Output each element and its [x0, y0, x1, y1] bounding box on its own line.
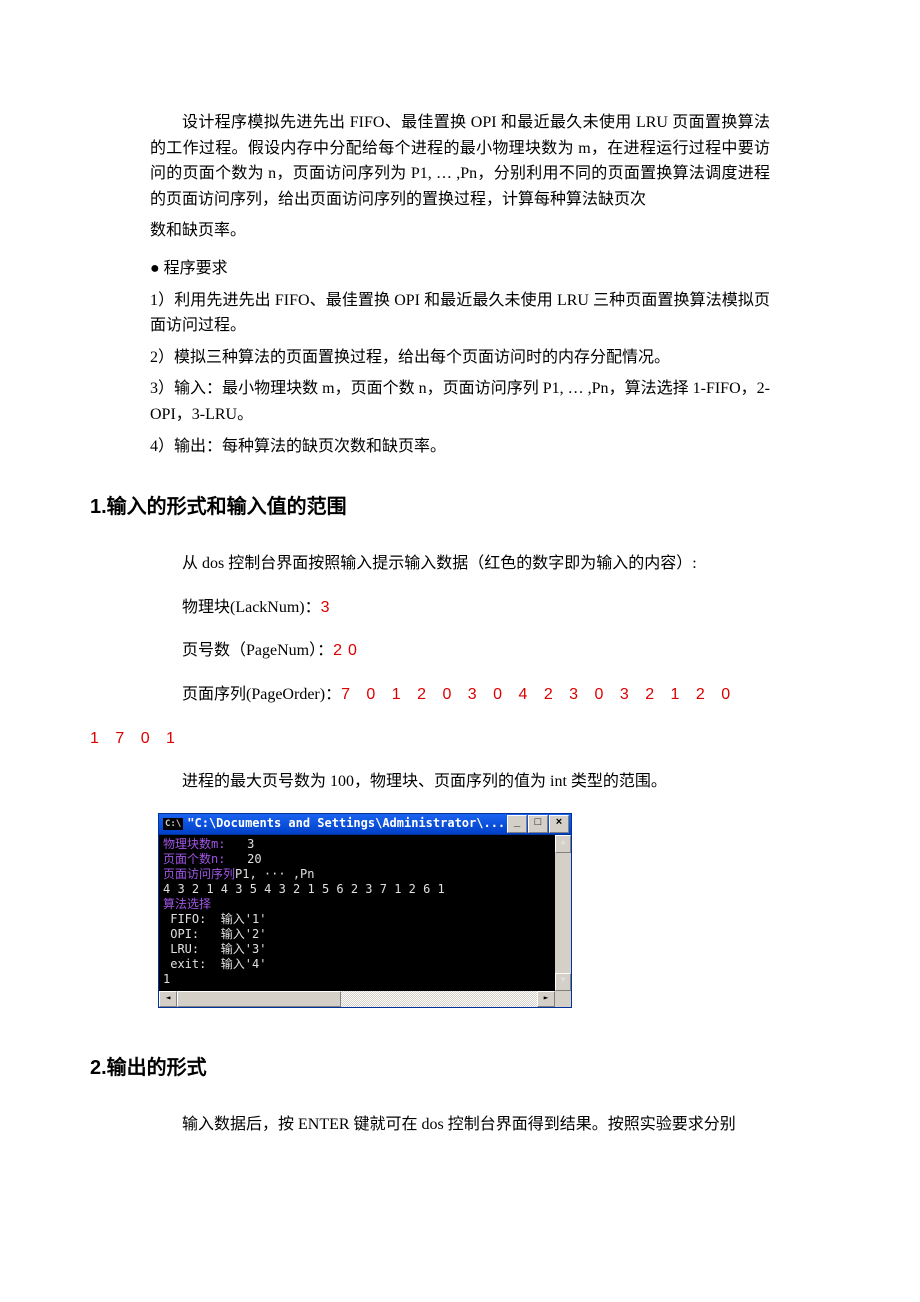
input-pageorder-value-2: 1 7 0 1	[90, 730, 181, 747]
close-button[interactable]: ×	[549, 815, 569, 833]
window-buttons: _ □ ×	[507, 815, 569, 833]
intro-paragraph-1: 设计程序模拟先进先出 FIFO、最佳置换 OPI 和最近最久未使用 LRU 页面…	[150, 110, 770, 212]
input-pagenum: 页号数（PageNum）：20	[150, 638, 770, 664]
scroll-thumb[interactable]	[177, 991, 341, 1007]
console-line-fifo: FIFO: 输入'1'	[163, 912, 567, 927]
input-pageorder-value-1: 7 0 1 2 0 3 0 4 2 3 0 3 2 1 2 0	[341, 686, 736, 703]
max-page-note-c: ，物理块、页面序列的值为 int 类型的范围。	[354, 773, 667, 790]
section-2-paragraph: 输入数据后，按 ENTER 键就可在 dos 控制台界面得到结果。按照实验要求分…	[150, 1112, 770, 1138]
console-window: C:\ "C:\Documents and Settings\Administr…	[158, 813, 572, 1008]
section-1-heading: 1.输入的形式和输入值的范围	[90, 491, 770, 523]
scroll-corner	[555, 991, 571, 1007]
console-titlebar: C:\ "C:\Documents and Settings\Administr…	[158, 813, 572, 835]
console-value-n: 20	[225, 852, 261, 866]
input-pagenum-value: 20	[333, 642, 363, 659]
minimize-button[interactable]: _	[507, 815, 527, 833]
console-line-exit: exit: 输入'4'	[163, 957, 567, 972]
vertical-scrollbar[interactable]: ▲ ▼	[555, 835, 571, 991]
console-line-opi: OPI: 输入'2'	[163, 927, 567, 942]
max-page-note: 进程的最大页号数为 100，物理块、页面序列的值为 int 类型的范围。	[150, 769, 770, 795]
maximize-button[interactable]: □	[528, 815, 548, 833]
intro-paragraph-1b: 数和缺页率。	[150, 218, 770, 244]
scroll-left-button[interactable]: ◄	[159, 991, 177, 1007]
scroll-up-button[interactable]: ▲	[555, 835, 571, 853]
console-value-seq: P1, ··· ,Pn	[235, 867, 314, 881]
scroll-right-button[interactable]: ►	[537, 991, 555, 1007]
console-line-choice: 1	[163, 972, 567, 987]
console-line-seq: 页面访问序列P1, ··· ,Pn	[163, 867, 567, 882]
requirements-bullet: ● 程序要求	[150, 256, 770, 282]
console-title-text: "C:\Documents and Settings\Administrator…	[187, 814, 507, 833]
requirements-block: ● 程序要求 1）利用先进先出 FIFO、最佳置换 OPI 和最近最久未使用 L…	[150, 256, 770, 459]
document-page: 设计程序模拟先进先出 FIFO、最佳置换 OPI 和最近最久未使用 LRU 页面…	[0, 0, 920, 1203]
console-line-data: 4 3 2 1 4 3 5 4 3 2 1 5 6 2 3 7 1 2 6 1	[163, 882, 567, 897]
requirement-3: 3）输入：最小物理块数 m，页面个数 n，页面访问序列 P1, … ,Pn，算法…	[150, 376, 770, 427]
requirement-4: 4）输出：每种算法的缺页次数和缺页率。	[150, 434, 770, 460]
requirement-2: 2）模拟三种算法的页面置换过程，给出每个页面访问时的内存分配情况。	[150, 345, 770, 371]
console-value-m: 3	[225, 837, 254, 851]
console-line-algo: 算法选择	[163, 897, 567, 912]
input-pageorder-label: 页面序列(PageOrder)：	[182, 686, 341, 703]
input-pagenum-label: 页号数（PageNum）：	[182, 642, 333, 659]
console-app-icon: C:\	[163, 818, 183, 830]
requirement-1: 1）利用先进先出 FIFO、最佳置换 OPI 和最近最久未使用 LRU 三种页面…	[150, 288, 770, 339]
scroll-down-button[interactable]: ▼	[555, 973, 571, 991]
horizontal-scrollbar[interactable]: ◄ ►	[158, 991, 572, 1008]
scroll-track[interactable]	[177, 991, 537, 1007]
console-line-n: 页面个数n: 20	[163, 852, 567, 867]
input-note: 从 dos 控制台界面按照输入提示输入数据（红色的数字即为输入的内容）:	[150, 551, 770, 577]
console-line-lru: LRU: 输入'3'	[163, 942, 567, 957]
input-pageorder: 页面序列(PageOrder)：7 0 1 2 0 3 0 4 2 3 0 3 …	[150, 682, 770, 708]
console-line-m: 物理块数m: 3	[163, 837, 567, 852]
input-pageorder-cont: 1 7 0 1	[90, 726, 770, 752]
max-page-note-b: 100	[330, 773, 354, 790]
section-2-heading: 2.输出的形式	[90, 1052, 770, 1084]
max-page-note-a: 进程的最大页号数为	[182, 773, 330, 790]
input-lacknum: 物理块(LackNum)：3	[150, 595, 770, 621]
input-lacknum-label: 物理块(LackNum)：	[182, 599, 321, 616]
console-body: 物理块数m: 3 页面个数n: 20 页面访问序列P1, ··· ,Pn 4 3…	[158, 835, 572, 991]
input-lacknum-value: 3	[321, 599, 336, 616]
console-label-m: 物理块数m:	[163, 837, 225, 851]
console-label-seq: 页面访问序列	[163, 867, 235, 881]
console-label-n: 页面个数n:	[163, 852, 225, 866]
